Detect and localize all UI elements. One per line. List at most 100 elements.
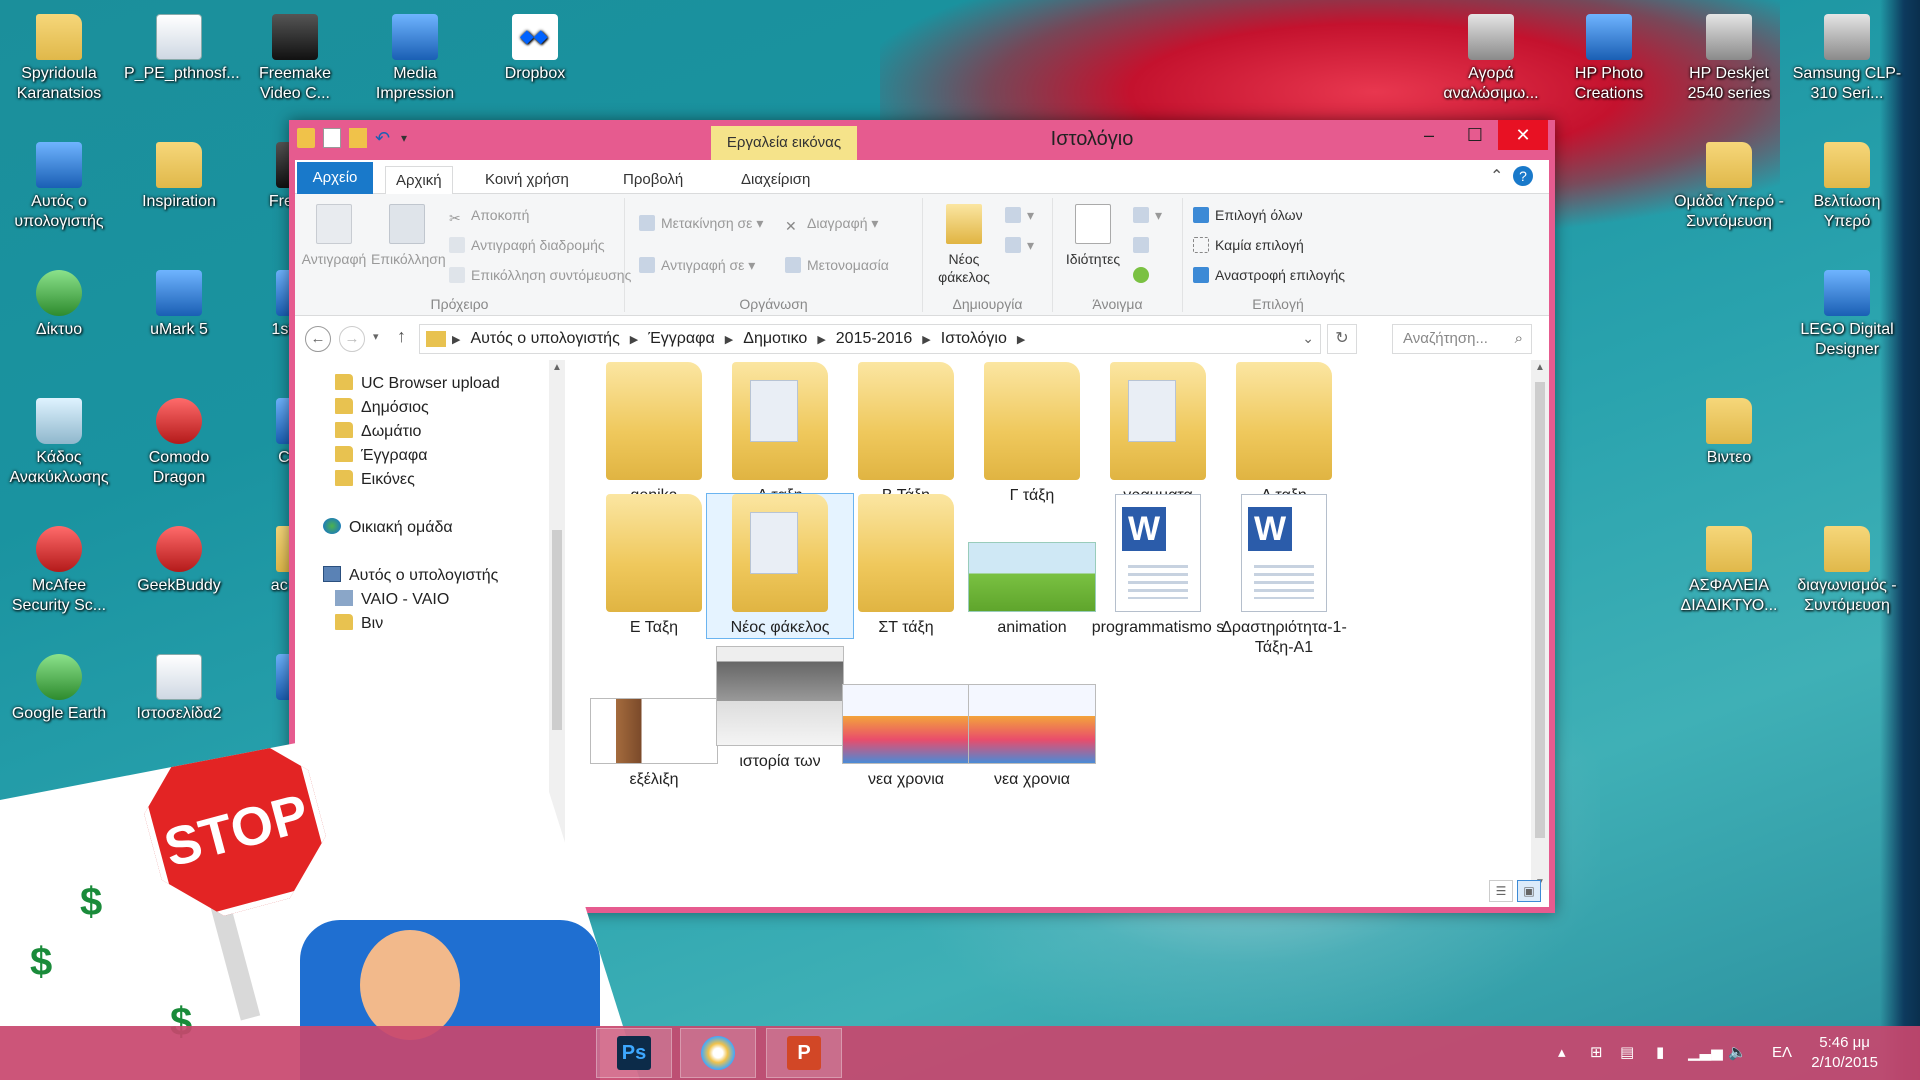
delete-button[interactable]: ✕ Διαγραφή ▾ (785, 212, 878, 234)
nav-item[interactable]: UC Browser upload (335, 372, 500, 396)
scroll-up-icon[interactable]: ▲ (552, 362, 562, 373)
folder-item[interactable]: Β Τάξη (833, 362, 979, 506)
nav-item[interactable]: Έγγραφα (335, 444, 428, 468)
desktop-icon[interactable]: Comodo Dragon (124, 398, 234, 488)
nav-item[interactable]: Αυτός ο υπολογιστής (323, 564, 498, 588)
folder-item[interactable]: Α ταξη (707, 362, 853, 506)
show-hidden-icons[interactable]: ▴ (1558, 1026, 1566, 1080)
folder-item[interactable]: genika (581, 362, 727, 506)
collapse-ribbon-icon[interactable]: ⌃ (1490, 166, 1503, 186)
nav-item[interactable]: Δημόσιος (335, 396, 429, 420)
nav-item[interactable]: Οικιακή ομάδα (323, 516, 453, 540)
nav-item[interactable]: Δωμάτιο (335, 420, 421, 444)
paste-button[interactable]: Επικόλληση (371, 204, 446, 268)
nav-scroll-thumb[interactable] (552, 530, 562, 730)
edit-button[interactable] (1133, 234, 1155, 256)
nav-item[interactable]: VAIO - VAIO (335, 588, 449, 612)
desktop-icon[interactable]: HP Deskjet 2540 series (1674, 14, 1784, 104)
breadcrumb-separator-icon[interactable]: ▶ (1017, 326, 1025, 354)
content-scrollbar[interactable]: ▲ ▼ (1531, 360, 1549, 890)
minimize-button[interactable]: – (1406, 120, 1452, 150)
desktop-icon[interactable]: Βελτίωση Υπερό (1792, 142, 1902, 232)
desktop-icon[interactable]: Media Impression (360, 14, 470, 104)
rename-button[interactable]: Μετονομασία (785, 254, 889, 276)
select-none-button[interactable]: Καμία επιλογή (1193, 234, 1304, 256)
desktop-icon[interactable]: Δίκτυο (4, 270, 114, 340)
keyboard-icon[interactable]: ▤ (1620, 1026, 1634, 1080)
nav-item[interactable]: Βιν (335, 612, 383, 636)
file-item[interactable]: εξέλιξη (581, 646, 727, 790)
large-icons-view-icon[interactable]: ▣ (1517, 880, 1541, 902)
file-item[interactable]: Δραστηριότητα-1-Τάξη-Α1 (1211, 494, 1357, 658)
breadcrumb-separator-icon[interactable]: ▶ (817, 326, 825, 354)
tab-view[interactable]: Προβολή (613, 166, 693, 194)
desktop-icon[interactable]: Βιντεο (1674, 398, 1784, 468)
help-icon[interactable]: ? (1513, 166, 1533, 186)
new-item-button[interactable]: ▾ (1005, 204, 1034, 226)
file-item[interactable]: νεα χρονια (959, 646, 1105, 790)
tab-home[interactable]: Αρχική (385, 166, 453, 195)
file-item[interactable]: νεα χρονια (833, 646, 979, 790)
up-icon[interactable]: ↑ (397, 326, 406, 347)
properties-button[interactable]: Ιδιότητες (1057, 204, 1129, 268)
desktop-icon[interactable]: διαγωνισμός - Συντόμευση (1792, 526, 1902, 616)
open-button[interactable]: ▾ (1133, 204, 1162, 226)
tab-file[interactable]: Αρχείο (297, 162, 373, 194)
breadcrumb-separator-icon[interactable]: ▶ (922, 326, 930, 354)
folder-item[interactable]: Δ ταξη (1211, 362, 1357, 506)
new-folder-button[interactable]: Νέος φάκελος (929, 204, 999, 286)
nav-item[interactable]: Εικόνες (335, 468, 415, 492)
breadcrumb-separator-icon[interactable]: ▶ (630, 326, 638, 354)
breadcrumb-item[interactable]: Αυτός ο υπολογιστής (470, 325, 619, 353)
desktop-icon[interactable]: Spyridoula Karanatsios (4, 14, 114, 104)
desktop-icon[interactable]: ΑΣΦΑΛΕΙΑ ΔΙΑΔΙΚΤΥΟ... (1674, 526, 1784, 616)
breadcrumb-item[interactable]: Έγγραφα (648, 325, 715, 353)
folder-item[interactable]: Γ τάξη (959, 362, 1105, 506)
paste-shortcut-button[interactable]: Επικόλληση συντόμευσης (449, 264, 631, 286)
desktop-icon[interactable]: Inspiration (124, 142, 234, 212)
desktop-icon[interactable]: HP Photo Creations (1554, 14, 1664, 104)
desktop-icon[interactable]: Αυτός ο υπολογιστής (4, 142, 114, 232)
desktop-icon[interactable]: Google Earth (4, 654, 114, 724)
search-input[interactable]: Αναζήτηση... ⌕ (1392, 324, 1532, 354)
breadcrumb-item[interactable]: 2015-2016 (836, 325, 913, 353)
address-history-icon[interactable]: ⌄ (1302, 330, 1314, 347)
desktop-icon[interactable]: Freemake Video C... (240, 14, 350, 104)
title-bar[interactable]: ↶ ▾ Εργαλεία εικόνας Ιστολόγιο – ☐ ✕ (289, 120, 1555, 160)
address-bar[interactable]: ▶ Αυτός ο υπολογιστής ▶ Έγγραφα ▶ Δημοτικο ▶ 20… (419, 324, 1321, 354)
file-item[interactable]: programmatismo s (1085, 494, 1231, 638)
history-button[interactable] (1133, 264, 1155, 286)
desktop-icon[interactable]: Dropbox (480, 14, 590, 84)
breadcrumb-item[interactable]: Δημοτικο (743, 325, 807, 353)
desktop-icon[interactable]: uMark 5 (124, 270, 234, 340)
tab-manage[interactable]: Διαχείριση (731, 166, 820, 194)
desktop-icon[interactable]: P_PE_pthnosf... (124, 14, 240, 84)
select-all-button[interactable]: Επιλογή όλων (1193, 204, 1303, 226)
refresh-button[interactable]: ↻ (1327, 324, 1357, 354)
file-item[interactable]: animation (959, 494, 1105, 638)
scroll-up-icon[interactable]: ▲ (1535, 362, 1545, 373)
folder-item[interactable]: γραμματα (1085, 362, 1231, 506)
easy-access-button[interactable]: ▾ (1005, 234, 1034, 256)
close-button[interactable]: ✕ (1498, 120, 1548, 150)
taskbar-photoshop[interactable]: Ps (596, 1028, 672, 1078)
copy-path-button[interactable]: Αντιγραφή διαδρομής (449, 234, 605, 256)
content-scroll-thumb[interactable] (1535, 382, 1545, 838)
taskbar-paint[interactable] (680, 1028, 756, 1078)
file-item[interactable]: ιστορία των (707, 646, 853, 772)
desktop-icon[interactable]: Αγορά αναλώσιμω... (1436, 14, 1546, 104)
power-icon[interactable]: ▮ (1656, 1026, 1664, 1080)
breadcrumb-separator-icon[interactable]: ▶ (725, 326, 733, 354)
taskbar-powerpoint[interactable]: P (766, 1028, 842, 1078)
desktop-icon[interactable]: GeekBuddy (124, 526, 234, 596)
copy-to-button[interactable]: Αντιγραφή σε ▾ (639, 254, 755, 276)
copy-button[interactable]: Αντιγραφή (301, 204, 367, 268)
desktop-icon[interactable]: Κάδος Ανακύκλωσης (4, 398, 114, 488)
invert-selection-button[interactable]: Αναστροφή επιλογής (1193, 264, 1345, 286)
desktop-icon[interactable]: Ομάδα Υπερό - Συντόμευση (1674, 142, 1784, 232)
breadcrumb-separator-icon[interactable]: ▶ (452, 326, 460, 354)
volume-icon[interactable]: 🔈 (1728, 1026, 1747, 1080)
desktop-icon[interactable]: Ιστοσελίδα2 (124, 654, 234, 724)
desktop-icon[interactable]: McAfee Security Sc... (4, 526, 114, 616)
folder-item[interactable]: Ε Ταξη (581, 494, 727, 638)
